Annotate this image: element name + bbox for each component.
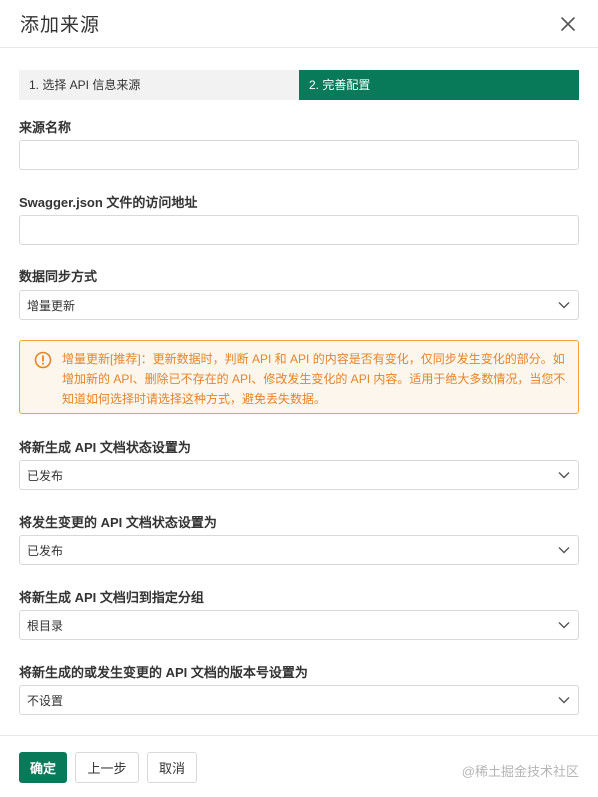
version-value: 不设置 [27, 693, 64, 708]
chevron-down-icon [558, 299, 570, 311]
changed-doc-status-select[interactable]: 已发布 [19, 535, 579, 565]
step-2[interactable]: 2. 完善配置 [299, 70, 579, 100]
dialog-title: 添加来源 [20, 15, 101, 36]
watermark: @稀土掘金技术社区 [461, 764, 579, 779]
sync-mode-value: 增量更新 [27, 298, 76, 313]
add-source-dialog: 添加来源 1. 选择 API 信息来源 2. 完善配置 来源名称 Swagger… [0, 0, 598, 797]
new-doc-group-label: 将新生成 API 文档归到指定分组 [19, 590, 204, 605]
source-name-input[interactable] [19, 140, 579, 170]
sync-mode-label: 数据同步方式 [19, 269, 98, 284]
dialog-footer: 确定 上一步 取消 @稀土掘金技术社区 [0, 735, 598, 797]
step-1[interactable]: 1. 选择 API 信息来源 [19, 70, 299, 100]
version-select[interactable]: 不设置 [19, 685, 579, 715]
sync-mode-select[interactable]: 增量更新 [19, 290, 579, 320]
swagger-url-label: Swagger.json 文件的访问地址 [19, 195, 198, 210]
step-indicator: 1. 选择 API 信息来源 2. 完善配置 [19, 70, 579, 100]
new-doc-status-select[interactable]: 已发布 [19, 460, 579, 490]
chevron-down-icon [558, 619, 570, 631]
confirm-button[interactable]: 确定 [19, 752, 67, 783]
close-icon[interactable] [558, 14, 578, 34]
changed-doc-status-value: 已发布 [27, 543, 64, 558]
source-name-label: 来源名称 [19, 120, 72, 135]
new-doc-status-value: 已发布 [27, 468, 64, 483]
swagger-url-input[interactable] [19, 215, 579, 245]
chevron-down-icon [558, 544, 570, 556]
cancel-button[interactable]: 取消 [147, 752, 197, 783]
chevron-down-icon [558, 469, 570, 481]
info-circle-icon [34, 351, 52, 369]
chevron-down-icon [558, 694, 570, 706]
new-doc-group-value: 根目录 [27, 618, 64, 633]
new-doc-group-select[interactable]: 根目录 [19, 610, 579, 640]
warning-text: 增量更新[推荐]：更新数据时，判断 API 和 API 的内容是否有变化，仅同步… [62, 352, 566, 406]
version-label: 将新生成的或发生变更的 API 文档的版本号设置为 [19, 665, 308, 680]
new-doc-status-label: 将新生成 API 文档状态设置为 [19, 440, 191, 455]
sync-mode-warning: 增量更新[推荐]：更新数据时，判断 API 和 API 的内容是否有变化，仅同步… [19, 340, 579, 414]
previous-step-button[interactable]: 上一步 [75, 752, 139, 783]
changed-doc-status-label: 将发生变更的 API 文档状态设置为 [19, 515, 217, 530]
dialog-header: 添加来源 [0, 0, 598, 48]
